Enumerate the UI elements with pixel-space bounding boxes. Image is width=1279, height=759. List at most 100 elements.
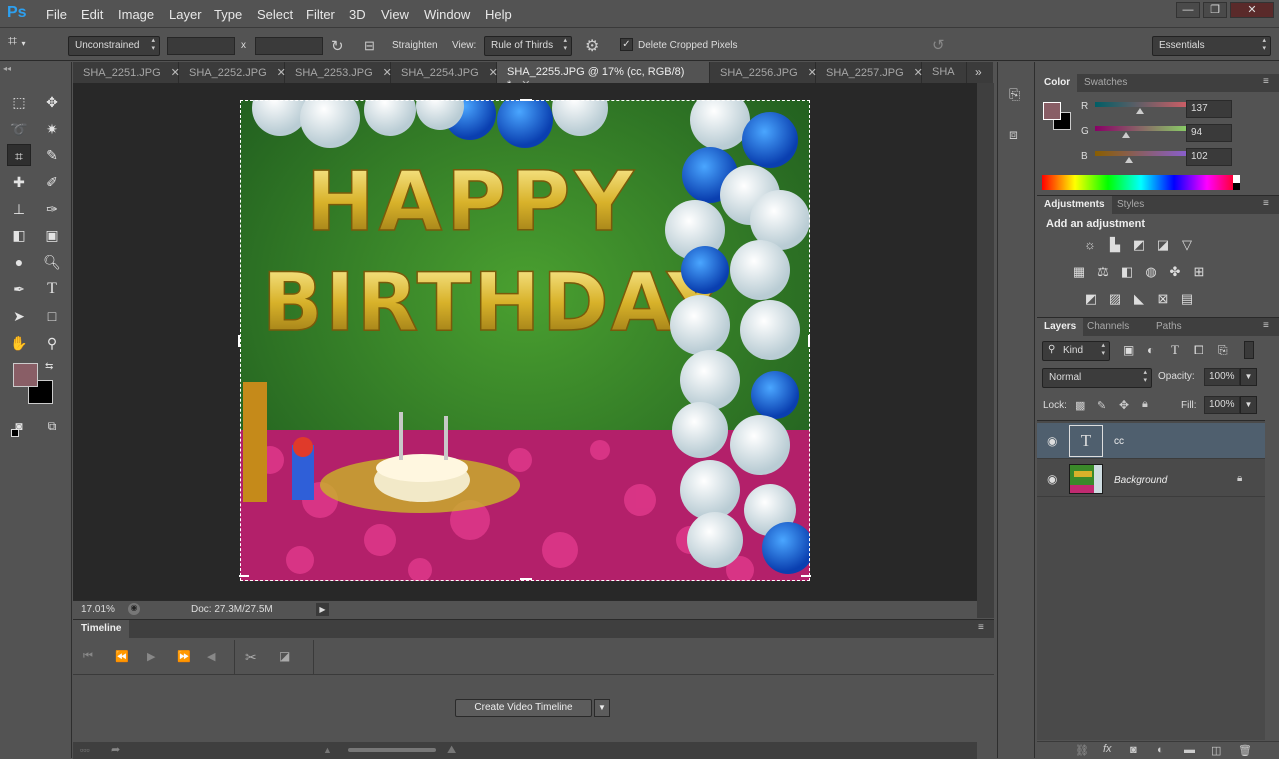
screen-mode-icon[interactable]: ⧉: [40, 415, 64, 437]
layer-name[interactable]: cc: [1114, 436, 1124, 447]
doc-tab[interactable]: SHA_2252.JPG ✕: [179, 62, 286, 83]
blend-mode-dropdown[interactable]: Normal: [1042, 368, 1152, 388]
reset-icon[interactable]: ↺: [932, 36, 945, 54]
ratio-dropdown[interactable]: Unconstrained: [68, 36, 160, 56]
convert-icon[interactable]: ➦: [111, 743, 120, 756]
doc-tab[interactable]: SHA_2254.JPG ✕: [391, 62, 498, 83]
close-window-button[interactable]: ✕: [1230, 2, 1274, 18]
doc-tab[interactable]: SHA_2253.JPG ✕: [285, 62, 392, 83]
fx-icon[interactable]: fx: [1103, 743, 1112, 755]
status-menu-arrow-icon[interactable]: ▶: [316, 603, 329, 616]
timeline-options-dropdown[interactable]: ▼: [594, 699, 610, 717]
tab-swatches[interactable]: Swatches: [1077, 74, 1134, 92]
vibrance-icon[interactable]: ▽: [1179, 238, 1195, 252]
fill-dropdown[interactable]: ▼: [1240, 396, 1257, 414]
first-frame-icon[interactable]: ⏮: [83, 650, 93, 663]
restore-button[interactable]: ❐: [1203, 2, 1227, 18]
foreground-color-chip[interactable]: [1043, 102, 1061, 120]
tab-channels[interactable]: Channels: [1080, 318, 1136, 336]
new-group-icon[interactable]: ▬: [1184, 744, 1195, 756]
canvas-scrollbar[interactable]: [977, 83, 994, 618]
panel-menu-icon[interactable]: ≡: [978, 622, 984, 633]
tab-paths[interactable]: Paths: [1149, 318, 1189, 336]
foreground-color-swatch[interactable]: [13, 363, 38, 387]
menu-filter[interactable]: Filter: [306, 7, 335, 22]
layer-row-cc[interactable]: ◉ T cc: [1037, 423, 1265, 459]
dodge-tool-icon[interactable]: 🔍︎: [40, 251, 64, 273]
swap-colors-icon[interactable]: ⇆: [45, 361, 53, 372]
menu-help[interactable]: Help: [485, 7, 512, 22]
blur-tool-icon[interactable]: ●: [7, 251, 31, 273]
timeline-zoom-slider[interactable]: [348, 748, 436, 752]
lock-image-icon[interactable]: ✎: [1097, 399, 1106, 412]
brightness-contrast-icon[interactable]: ☼: [1082, 238, 1098, 252]
color-ramp[interactable]: [1042, 175, 1240, 190]
panel-menu-icon[interactable]: ≡: [1263, 76, 1269, 87]
next-frame-icon[interactable]: ⏩: [177, 650, 191, 663]
filter-type-icon[interactable]: T: [1171, 342, 1179, 358]
eyedropper-tool-icon[interactable]: ✎: [40, 144, 64, 166]
timeline-tab[interactable]: Timeline: [73, 620, 130, 638]
scissors-icon[interactable]: ✂: [245, 649, 257, 666]
play-icon[interactable]: ▶: [147, 650, 155, 663]
color-ramp-white[interactable]: [1233, 175, 1240, 183]
hue-saturation-icon[interactable]: ▦: [1071, 265, 1087, 279]
lock-all-icon[interactable]: 🔒︎: [1142, 398, 1148, 411]
clear-rotate-icon[interactable]: ↻: [331, 37, 344, 55]
lock-transparent-icon[interactable]: ▩: [1075, 399, 1085, 412]
color-balance-icon[interactable]: ⚖: [1095, 265, 1111, 279]
tab-overflow-icon[interactable]: »: [975, 65, 982, 79]
path-selection-tool-icon[interactable]: ➤: [7, 305, 31, 327]
crop-tool-preset-icon[interactable]: ⌗ ▾: [8, 33, 58, 57]
tab-layers[interactable]: Layers: [1037, 318, 1084, 336]
type-tool-icon[interactable]: T: [40, 278, 64, 300]
channel-mixer-icon[interactable]: ✤: [1167, 265, 1183, 279]
panel-menu-icon[interactable]: ≡: [1263, 320, 1269, 331]
blue-value[interactable]: 102: [1186, 148, 1232, 166]
crop-handle[interactable]: [808, 335, 810, 347]
quick-mask-icon[interactable]: ◙: [7, 415, 31, 437]
crop-handle[interactable]: [520, 578, 532, 580]
tab-color[interactable]: Color: [1037, 74, 1078, 92]
lasso-tool-icon[interactable]: ➰: [7, 118, 31, 140]
history-panel-icon[interactable]: ⎘: [1009, 86, 1020, 103]
create-video-timeline-button[interactable]: Create Video Timeline: [455, 699, 592, 717]
menu-edit[interactable]: Edit: [81, 7, 103, 22]
menu-layer[interactable]: Layer: [169, 7, 202, 22]
move-tool-icon[interactable]: ✥: [40, 91, 64, 113]
menu-view[interactable]: View: [381, 7, 409, 22]
collapse-icon[interactable]: ◂◂: [3, 64, 11, 73]
slider-thumb[interactable]: [1136, 108, 1144, 114]
menu-file[interactable]: File: [46, 7, 67, 22]
gear-icon[interactable]: ⚙: [585, 36, 599, 56]
gradient-map-icon[interactable]: ▤: [1179, 292, 1195, 306]
curves-icon[interactable]: ◩: [1131, 238, 1147, 252]
tab-styles[interactable]: Styles: [1110, 196, 1151, 214]
photo-filter-icon[interactable]: ◍: [1143, 265, 1159, 279]
hand-tool-icon[interactable]: ✋: [7, 332, 31, 354]
eraser-tool-icon[interactable]: ◧: [7, 224, 31, 246]
frame-animation-icon[interactable]: ▫▫▫: [80, 745, 90, 755]
posterize-icon[interactable]: ▨: [1107, 292, 1123, 306]
straighten-icon[interactable]: ⊟: [364, 38, 375, 54]
panel-menu-icon[interactable]: ≡: [1263, 198, 1269, 209]
crop-tool-icon[interactable]: ⌗: [7, 144, 31, 166]
clone-stamp-tool-icon[interactable]: ⊥: [7, 198, 31, 220]
workspace-dropdown[interactable]: Essentials: [1152, 36, 1271, 56]
crop-handle[interactable]: [239, 575, 249, 577]
opacity-dropdown[interactable]: ▼: [1240, 368, 1257, 386]
trash-icon[interactable]: 🗑︎: [1238, 744, 1252, 757]
green-value[interactable]: 94: [1186, 124, 1232, 142]
zoom-level[interactable]: 17.01%: [81, 604, 115, 615]
audio-icon[interactable]: ◀: [207, 650, 215, 663]
tab-adjustments[interactable]: Adjustments: [1037, 196, 1112, 214]
layer-row-background[interactable]: ◉ Background 🔒︎: [1037, 461, 1265, 497]
crop-height-field[interactable]: [255, 37, 323, 55]
slider-thumb[interactable]: [1125, 157, 1133, 163]
rectangle-tool-icon[interactable]: □: [40, 305, 64, 327]
link-layers-icon[interactable]: ⛓: [1075, 744, 1089, 757]
fill-value[interactable]: 100%: [1204, 396, 1240, 414]
gradient-tool-icon[interactable]: ▣: [40, 224, 64, 246]
doc-tab[interactable]: SHA_2256.JPG ✕: [710, 62, 817, 83]
menu-type[interactable]: Type: [214, 7, 242, 22]
